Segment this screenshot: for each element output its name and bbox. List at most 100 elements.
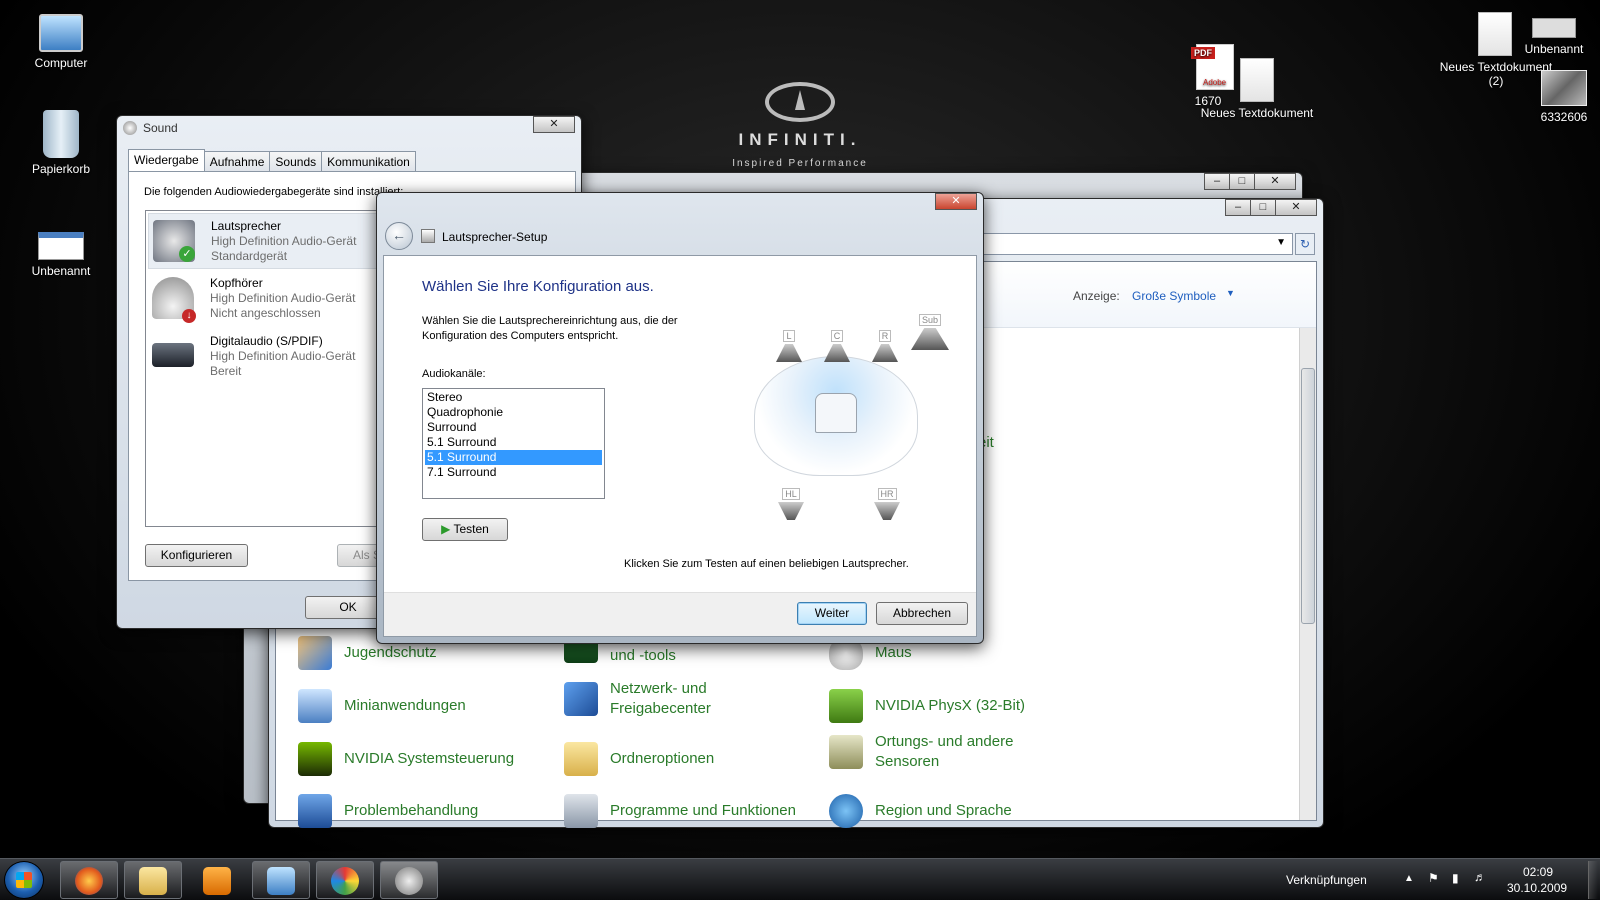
desktop-icon-recycle-bin[interactable]: Papierkorb xyxy=(13,110,109,176)
device-driver: High Definition Audio-Gerät xyxy=(210,349,356,363)
channel-option[interactable]: 5.1 Surround xyxy=(425,435,602,450)
speaker-icon xyxy=(395,867,423,895)
desktop-icon-photo[interactable]: 6332606 xyxy=(1528,70,1600,124)
text-file-icon xyxy=(1478,12,1512,56)
cp-item-netzwerk[interactable]: Netzwerk- und Freigabecenter xyxy=(564,679,764,719)
test-button-label: Testen xyxy=(453,522,489,536)
clock-date[interactable]: 30.10.2009 xyxy=(1507,881,1567,895)
speaker-hr[interactable]: HR xyxy=(874,486,900,520)
chevron-up-icon[interactable]: ▲ xyxy=(1404,873,1414,884)
photo-icon xyxy=(1541,70,1587,106)
device-driver: High Definition Audio-Gerät xyxy=(211,234,357,248)
speaker-r[interactable]: R xyxy=(872,328,898,362)
channels-listbox[interactable]: Stereo Quadrophonie Surround 5.1 Surroun… xyxy=(422,388,605,499)
view-selector[interactable]: Große Symbole xyxy=(1132,289,1216,303)
minimize-icon[interactable]: – xyxy=(1225,199,1251,216)
folder-icon xyxy=(564,742,598,776)
quick-links-label[interactable]: Verknüpfungen xyxy=(1286,873,1367,887)
desktop-icon-computer[interactable]: Computer xyxy=(13,14,109,70)
taskbar-explorer[interactable] xyxy=(124,861,182,899)
taskbar-media-player[interactable] xyxy=(188,861,246,899)
chevron-down-icon[interactable]: ▼ xyxy=(1226,288,1235,298)
taskbar-firefox[interactable] xyxy=(60,861,118,899)
channel-option[interactable]: Quadrophonie xyxy=(425,405,602,420)
channel-option[interactable]: Stereo xyxy=(425,390,602,405)
speaker-setup-content: Wählen Sie Ihre Konfiguration aus. Wähle… xyxy=(383,255,977,637)
channel-option-selected[interactable]: 5.1 Surround xyxy=(425,450,602,465)
maximize-icon[interactable]: □ xyxy=(1250,199,1276,216)
cp-item-physx[interactable]: NVIDIA PhysX (32-Bit) xyxy=(829,689,1025,723)
next-button[interactable]: Weiter xyxy=(797,602,867,625)
desktop-icon-unbenannt[interactable]: Unbenannt xyxy=(13,232,109,278)
speaker-setup-dialog[interactable]: ✕ ← Lautsprecher-Setup Wählen Sie Ihre K… xyxy=(376,192,984,644)
device-kopfhoerer[interactable]: ↓ Kopfhörer High Definition Audio-Gerät … xyxy=(148,271,384,327)
scrollbar-thumb[interactable] xyxy=(1301,368,1315,624)
desktop-icon-label: 6332606 xyxy=(1540,110,1588,124)
window-controls: – □ ✕ xyxy=(1225,199,1317,216)
page-heading: Wählen Sie Ihre Konfiguration aus. xyxy=(422,278,654,295)
clock-time[interactable]: 02:09 xyxy=(1523,865,1553,879)
volume-icon[interactable]: ♬ xyxy=(1474,870,1486,884)
close-icon[interactable]: ✕ xyxy=(935,193,977,210)
refresh-icon[interactable]: ↻ xyxy=(1295,233,1315,255)
device-lautsprecher[interactable]: ✓ Lautsprecher High Definition Audio-Ger… xyxy=(148,213,384,269)
test-button[interactable]: ▶ Testen xyxy=(422,518,508,541)
maximize-icon[interactable]: □ xyxy=(1229,173,1255,190)
disconnected-icon: ↓ xyxy=(182,309,196,323)
cp-item-label: Netzwerk- und Freigabecenter xyxy=(610,680,711,717)
tab-wiedergabe[interactable]: Wiedergabe xyxy=(128,149,205,171)
speaker-sub[interactable]: Sub xyxy=(910,312,950,350)
channel-option[interactable]: 7.1 Surround xyxy=(425,465,602,480)
device-name: Kopfhörer xyxy=(210,276,263,290)
flag-icon[interactable]: ⚑ xyxy=(1428,871,1439,885)
control-panel-icon xyxy=(267,867,295,895)
wallpaper-logo: INFINITI. Inspired Performance xyxy=(700,82,900,169)
speaker-c[interactable]: C xyxy=(824,328,850,362)
device-list[interactable]: ✓ Lautsprecher High Definition Audio-Ger… xyxy=(145,210,385,527)
cp-item-ordneroptionen[interactable]: Ordneroptionen xyxy=(564,742,714,776)
speaker-l[interactable]: L xyxy=(776,328,802,362)
speaker-hl[interactable]: HL xyxy=(778,486,804,520)
tab-kommunikation[interactable]: Kommunikation xyxy=(321,151,416,171)
taskbar-control-panel[interactable] xyxy=(252,861,310,899)
window-controls: ✕ xyxy=(935,193,977,210)
show-desktop-button[interactable] xyxy=(1588,861,1598,899)
desktop-icon-textdoc[interactable]: Neues Textdokument xyxy=(1192,58,1322,120)
device-name: Digitalaudio (S/PDIF) xyxy=(210,334,323,348)
taskbar-sound[interactable] xyxy=(380,861,438,899)
channel-option[interactable]: Surround xyxy=(425,420,602,435)
close-icon[interactable]: ✕ xyxy=(1254,173,1296,190)
cp-item-minianwendungen[interactable]: Minianwendungen xyxy=(298,689,466,723)
close-icon[interactable]: ✕ xyxy=(533,116,575,133)
cp-item-nvidia[interactable]: NVIDIA Systemsteuerung xyxy=(298,742,514,776)
desktop-icon-unbenannt-2[interactable]: Unbenannt xyxy=(1510,12,1598,56)
programs-icon xyxy=(564,794,598,828)
desktop-icon-label: Papierkorb xyxy=(31,162,91,176)
close-icon[interactable]: ✕ xyxy=(1275,199,1317,216)
device-digitalaudio[interactable]: Digitalaudio (S/PDIF) High Definition Au… xyxy=(148,329,384,385)
device-name: Lautsprecher xyxy=(211,219,282,233)
speaker-cone-icon xyxy=(778,502,804,520)
network-icon[interactable]: ▮ xyxy=(1452,871,1459,885)
taskbar-paint[interactable] xyxy=(316,861,374,899)
tab-sounds[interactable]: Sounds xyxy=(269,151,323,171)
back-arrow-icon[interactable]: ← xyxy=(385,222,413,250)
vertical-scrollbar[interactable] xyxy=(1299,328,1316,820)
speaker-label: L xyxy=(783,330,795,342)
folder-icon xyxy=(139,867,167,895)
sound-dialog-title: Sound xyxy=(143,121,178,135)
device-status: Bereit xyxy=(210,364,242,378)
configure-button[interactable]: Konfigurieren xyxy=(145,544,248,567)
cp-item-programme[interactable]: Programme und Funktionen xyxy=(564,794,796,828)
cp-item-problembehandlung[interactable]: Problembehandlung xyxy=(298,794,478,828)
start-button[interactable] xyxy=(4,861,44,899)
cp-item-label: Region und Sprache xyxy=(875,802,1012,819)
tab-aufnahme[interactable]: Aufnahme xyxy=(203,151,271,171)
minimize-icon[interactable]: – xyxy=(1204,173,1230,190)
device-status: Standardgerät xyxy=(211,249,288,263)
cp-item-sensoren[interactable]: Ortungs- und andere Sensoren xyxy=(829,732,1029,772)
chevron-down-icon[interactable]: ▼ xyxy=(1276,237,1286,248)
cancel-button[interactable]: Abbrechen xyxy=(876,602,968,625)
listener-chair-icon xyxy=(815,393,857,433)
cp-item-region[interactable]: Region und Sprache xyxy=(829,794,1012,828)
